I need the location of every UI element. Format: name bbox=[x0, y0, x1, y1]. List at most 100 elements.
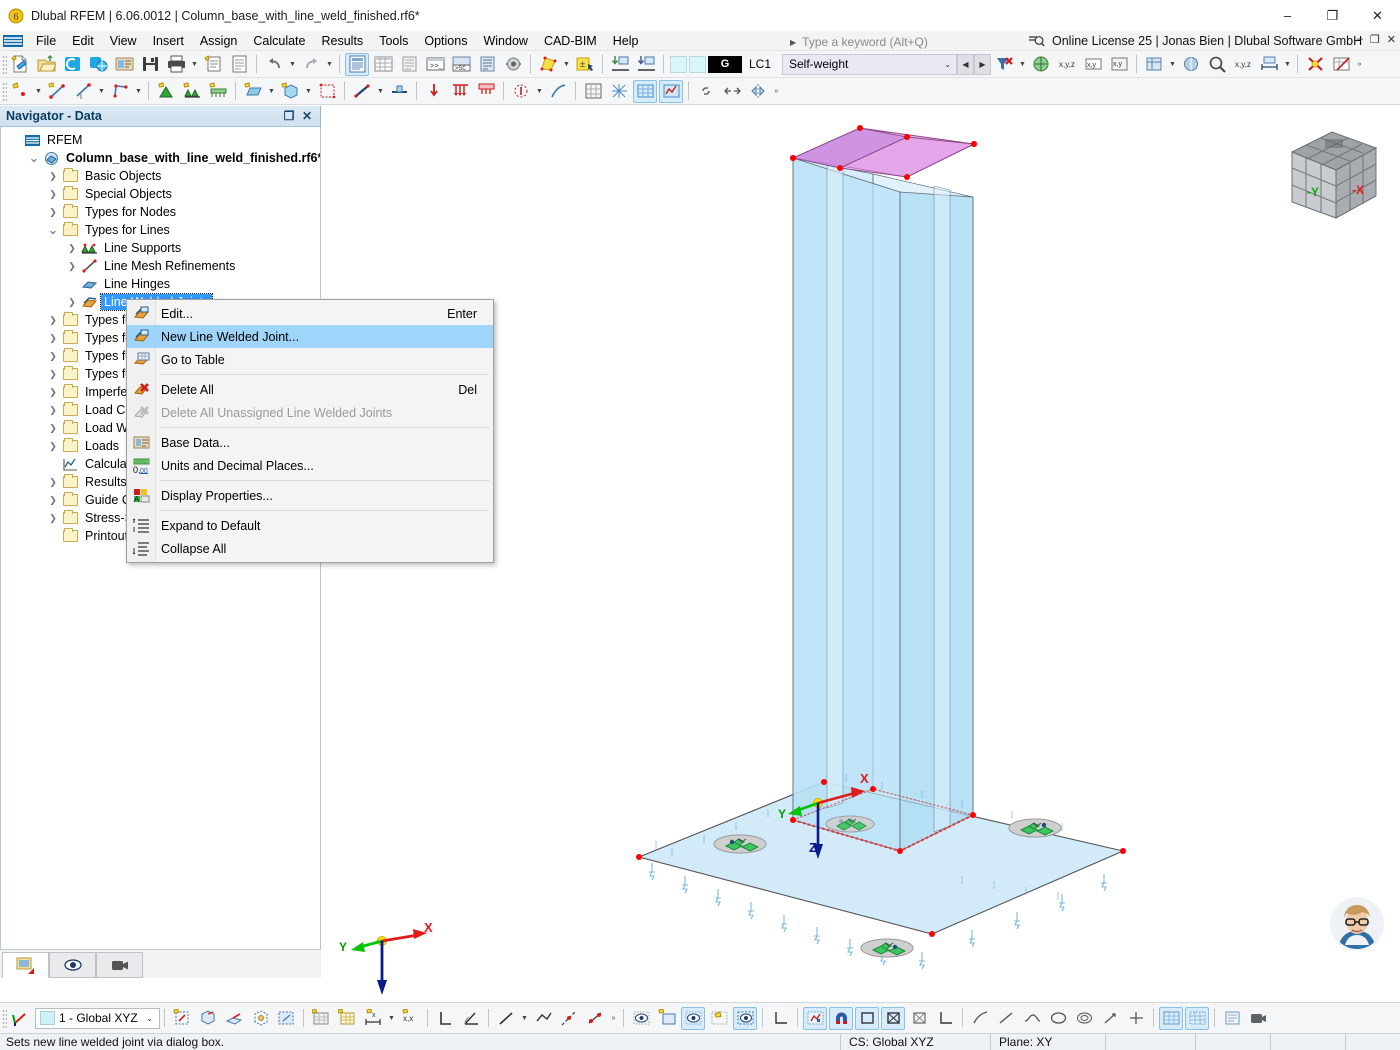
chevron-right-icon[interactable]: ❯ bbox=[45, 168, 61, 184]
tree-item-rfem[interactable]: RFEM bbox=[1, 131, 320, 149]
dimension-caret[interactable]: ▼ bbox=[1282, 53, 1293, 76]
details-panel-button[interactable] bbox=[475, 53, 499, 76]
fem-mesh-button[interactable] bbox=[607, 80, 631, 103]
tree-item-special-objects[interactable]: ❯ Special Objects bbox=[1, 185, 320, 203]
maximize-button[interactable]: ❐ bbox=[1310, 0, 1355, 31]
minimize-button[interactable]: – bbox=[1265, 0, 1310, 31]
new-line-load-button[interactable] bbox=[448, 80, 472, 103]
new-node-caret[interactable]: ▼ bbox=[33, 80, 44, 103]
new-node-button[interactable] bbox=[8, 80, 32, 103]
new-free-load-caret[interactable]: ▼ bbox=[534, 80, 545, 103]
isolines-button[interactable] bbox=[1072, 1007, 1096, 1030]
open-model-button[interactable] bbox=[34, 53, 58, 76]
dimension-button[interactable] bbox=[1257, 53, 1281, 76]
transparent-view-button[interactable] bbox=[881, 1006, 905, 1030]
new-solid-caret[interactable]: ▼ bbox=[303, 80, 314, 103]
guide-objects-button[interactable] bbox=[583, 1007, 607, 1030]
show-new-objects-button[interactable] bbox=[655, 1007, 679, 1030]
chevron-right-icon[interactable]: ❯ bbox=[45, 492, 61, 508]
script-button[interactable]: >SC bbox=[449, 53, 473, 76]
tree-item-basic-objects[interactable]: ❯ Basic Objects bbox=[1, 167, 320, 185]
select-objects-button[interactable] bbox=[536, 53, 560, 76]
tree-item-column-base-with-line-weld-finished-rf6[interactable]: ⌄ Column_base_with_line_weld_finished.rf6… bbox=[1, 149, 320, 167]
coordinates-list-button[interactable]: x,y bbox=[1107, 53, 1131, 76]
new-line-segment-button[interactable]: I bbox=[71, 80, 95, 103]
zoom-window-button[interactable] bbox=[1205, 53, 1229, 76]
camera-view-button[interactable] bbox=[1246, 1007, 1270, 1030]
tree-item-line-supports[interactable]: ❯ Line Supports bbox=[1, 239, 320, 257]
chevron-right-icon[interactable]: ❯ bbox=[64, 294, 80, 310]
solid-view-button[interactable] bbox=[855, 1006, 879, 1030]
chevron-right-icon[interactable]: ❯ bbox=[45, 312, 61, 328]
deformation-button[interactable] bbox=[968, 1007, 992, 1030]
menu-calculate[interactable]: Calculate bbox=[245, 32, 313, 50]
render-surface-button[interactable] bbox=[803, 1006, 827, 1030]
menu-file[interactable]: File bbox=[28, 32, 64, 50]
measure-button[interactable]: x,y,z bbox=[1231, 53, 1255, 76]
grid-toggle-button[interactable] bbox=[335, 1007, 359, 1030]
select-special-button[interactable]: ± bbox=[573, 53, 597, 76]
new-printout-report-button[interactable] bbox=[201, 53, 225, 76]
show-results-button[interactable] bbox=[659, 79, 683, 103]
chevron-right-icon[interactable]: ❯ bbox=[64, 240, 80, 256]
context-menu-item-collapse-all[interactable]: Collapse All bbox=[127, 537, 493, 560]
view-mode-caret[interactable]: ▼ bbox=[1167, 53, 1178, 76]
context-menu-item-display-properties[interactable]: A Display Properties... bbox=[127, 484, 493, 507]
new-member-caret[interactable]: ▼ bbox=[375, 80, 386, 103]
filter-reset-button[interactable] bbox=[992, 53, 1016, 76]
close-button[interactable]: ✕ bbox=[1355, 0, 1400, 31]
menu-view[interactable]: View bbox=[102, 32, 145, 50]
print-button[interactable] bbox=[164, 53, 188, 76]
mesh-nodes-button[interactable] bbox=[1185, 1006, 1209, 1030]
tables-button[interactable] bbox=[371, 53, 395, 76]
show-numbering-button[interactable] bbox=[629, 1007, 653, 1030]
section-view-button[interactable] bbox=[933, 1007, 957, 1030]
imperfection-button[interactable] bbox=[546, 80, 570, 103]
mesh-display-button[interactable] bbox=[1159, 1006, 1183, 1030]
tree-item-types-for-lines[interactable]: ⌄ Types for Lines bbox=[1, 221, 320, 239]
context-menu-item-edit[interactable]: Edit... Enter bbox=[127, 302, 493, 325]
render-quality-button[interactable] bbox=[1179, 53, 1203, 76]
move-to-back-button[interactable] bbox=[634, 53, 658, 76]
guide-lines-button[interactable] bbox=[557, 1007, 581, 1030]
context-menu-item-expand-to-default[interactable]: Expand to Default bbox=[127, 514, 493, 537]
redo-dropdown-caret[interactable]: ▼ bbox=[324, 53, 335, 76]
context-menu-item-new-line-welded-joint[interactable]: New Line Welded Joint... bbox=[127, 325, 493, 348]
ortho-mode-button[interactable] bbox=[433, 1007, 457, 1030]
menu-assign[interactable]: Assign bbox=[192, 32, 246, 50]
diagram-button[interactable] bbox=[994, 1007, 1018, 1030]
select-dropdown-caret[interactable]: ▼ bbox=[561, 53, 572, 76]
open-cloud-button[interactable] bbox=[60, 53, 84, 76]
snap-grid-button[interactable]: x,x bbox=[398, 1007, 422, 1030]
chevron-right-icon[interactable]: ❯ bbox=[45, 402, 61, 418]
doc-restore-button[interactable]: ❐ bbox=[1370, 33, 1380, 46]
contour-button[interactable] bbox=[1046, 1007, 1070, 1030]
new-opening-button[interactable] bbox=[315, 80, 339, 103]
chevron-down-icon[interactable]: ⌄ bbox=[45, 222, 61, 238]
new-surface-caret[interactable]: ▼ bbox=[266, 80, 277, 103]
chevron-down-icon[interactable]: ⌄ bbox=[26, 150, 42, 166]
load-case-selector[interactable]: G LC1 Self-weight ⌄ ◀ ▶ bbox=[670, 53, 991, 75]
redo-button[interactable] bbox=[299, 53, 323, 76]
printout-report-button[interactable] bbox=[227, 53, 251, 76]
tab-views-navigator[interactable] bbox=[96, 952, 143, 978]
vectors-button[interactable] bbox=[1098, 1007, 1122, 1030]
menu-insert[interactable]: Insert bbox=[145, 32, 192, 50]
open-web-model-button[interactable] bbox=[86, 53, 110, 76]
tab-display-navigator[interactable] bbox=[49, 952, 96, 978]
magnet-snap-button[interactable] bbox=[829, 1006, 853, 1030]
snap-distance-button[interactable]: x bbox=[361, 1007, 385, 1030]
print-dropdown-caret[interactable]: ▼ bbox=[189, 53, 200, 76]
print-view-button[interactable] bbox=[1220, 1007, 1244, 1030]
angle-snap-button[interactable] bbox=[459, 1007, 483, 1030]
flip-horizontal-button[interactable] bbox=[720, 80, 744, 103]
visibility-toggle-button[interactable] bbox=[681, 1006, 705, 1030]
render-mode-button[interactable] bbox=[1029, 53, 1053, 76]
undo-dropdown-caret[interactable]: ▼ bbox=[287, 53, 298, 76]
toolbar-overflow-caret[interactable]: » bbox=[1354, 53, 1365, 76]
work-plane-button[interactable] bbox=[196, 1007, 220, 1030]
data-navigator-toggle[interactable] bbox=[345, 52, 369, 76]
chevron-right-icon[interactable]: ❯ bbox=[45, 366, 61, 382]
console-button[interactable]: >>_ bbox=[423, 53, 447, 76]
plane-xy-button[interactable] bbox=[222, 1007, 246, 1030]
